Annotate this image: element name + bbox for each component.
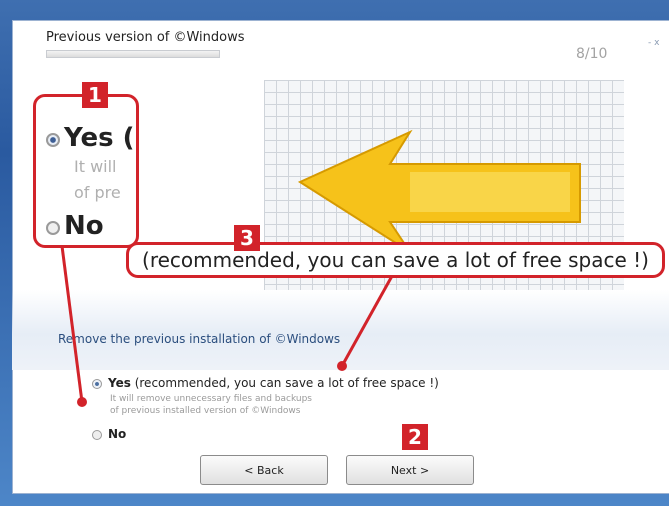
badge-2: 2 xyxy=(402,424,428,450)
zoom-yes-label: Yes ( xyxy=(64,123,135,153)
recommended-callout: (recommended, you can save a lot of free… xyxy=(126,242,665,278)
zoom-radio-no xyxy=(46,221,60,235)
badge-1: 1 xyxy=(82,82,108,108)
zoom-callout: Yes ( It will of pre No xyxy=(33,94,139,248)
zoom-radio-yes xyxy=(46,133,60,147)
badge-3: 3 xyxy=(234,225,260,251)
zoom-sub2: of pre xyxy=(74,183,121,202)
zoom-no-label: No xyxy=(64,211,104,241)
zoom-sub1: It will xyxy=(74,157,117,176)
